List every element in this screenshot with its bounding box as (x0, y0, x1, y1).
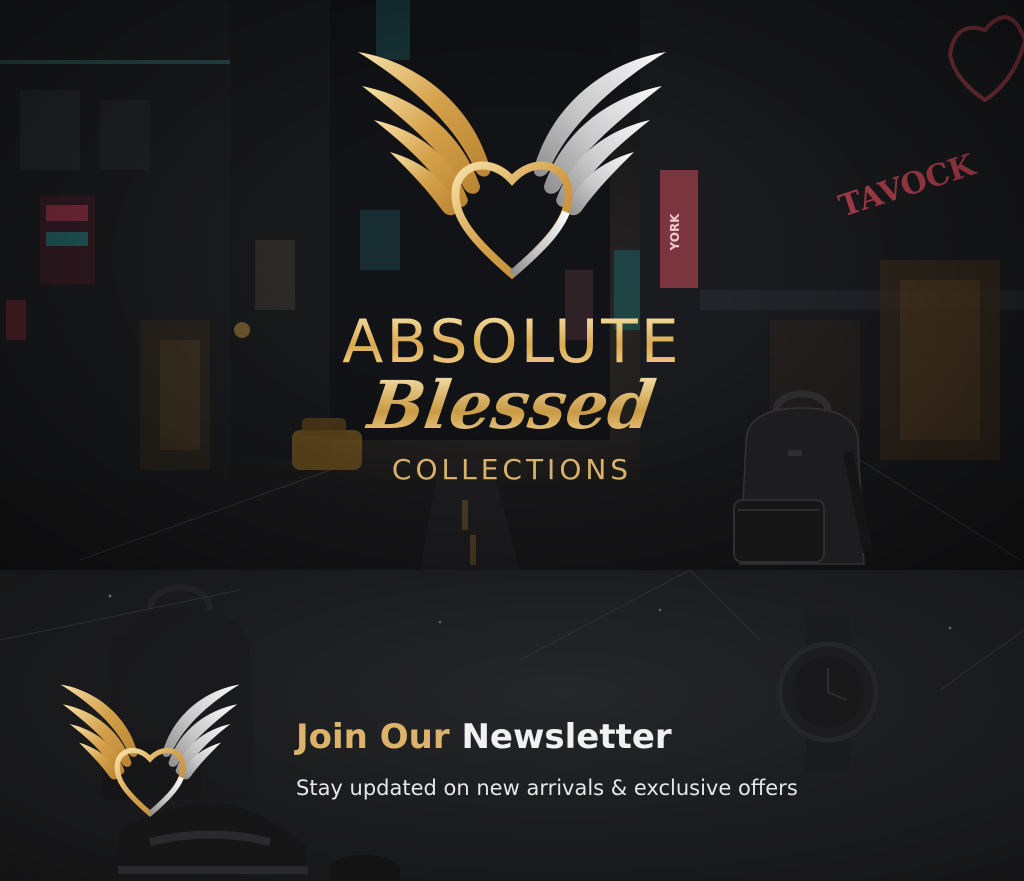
backpack-icon (733, 390, 873, 565)
newsletter-section: Join Our Newsletter Stay updated on new … (0, 570, 1024, 881)
brand-name: ABSOLUTE (0, 312, 1024, 372)
newsletter-title-accent: Join Our (296, 717, 450, 757)
winged-heart-icon (358, 52, 666, 280)
page: YORK TAVOCK ABSOLUTE Blessed COLLECTIONS… (0, 0, 1024, 881)
newsletter-subtitle: Stay updated on new arrivals & exclusive… (296, 776, 798, 800)
hero-banner: YORK TAVOCK ABSOLUTE Blessed COLLECTIONS (0, 0, 1024, 570)
newsletter-title-plain: Newsletter (461, 717, 672, 757)
watch-icon (777, 614, 879, 772)
newsletter-title: Join Our Newsletter (296, 720, 672, 754)
winged-heart-icon (60, 684, 240, 817)
